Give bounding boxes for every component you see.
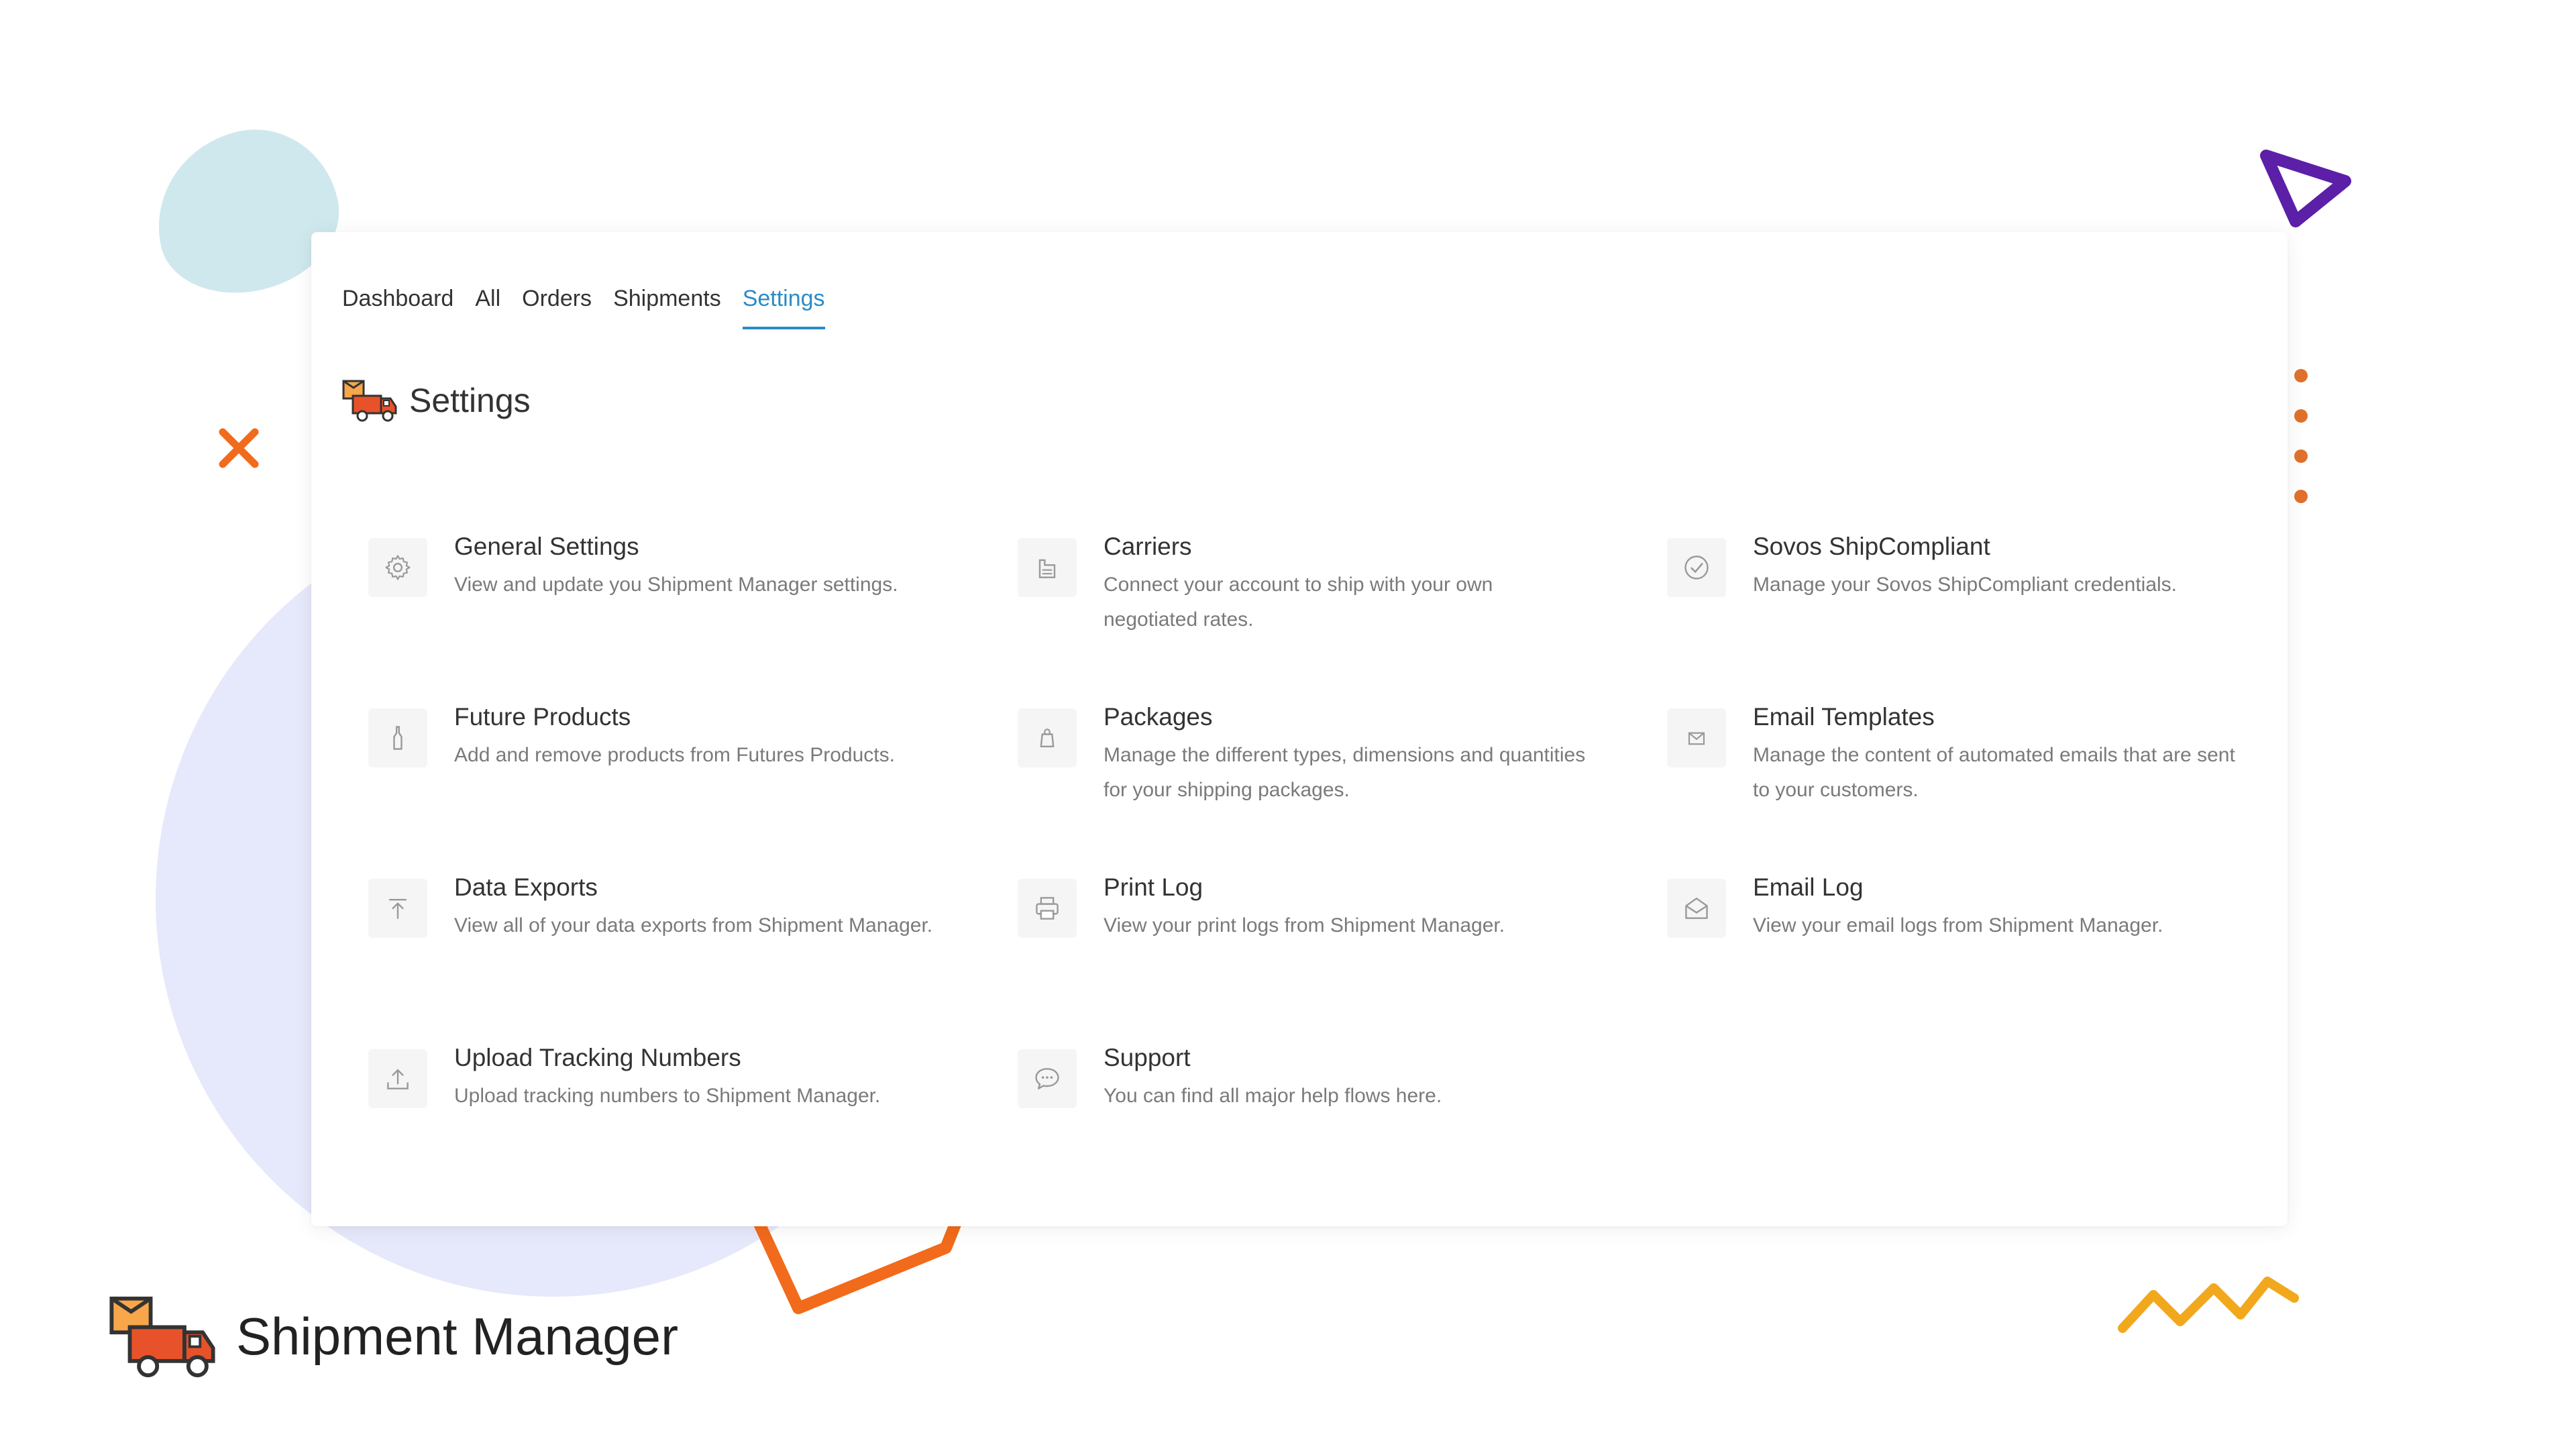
envelope-open-icon bbox=[1667, 879, 1726, 938]
setting-card-future-products[interactable]: Future Products Add and remove products … bbox=[368, 703, 1018, 873]
package-icon bbox=[1018, 708, 1077, 767]
brand: Shipment Manager bbox=[109, 1293, 678, 1379]
setting-title: Print Log bbox=[1104, 873, 1203, 901]
zigzag-decoration bbox=[2118, 1277, 2299, 1333]
setting-title: General Settings bbox=[454, 533, 639, 560]
setting-description: Manage your Sovos ShipCompliant credenti… bbox=[1753, 574, 2178, 596]
setting-description: View and update you Shipment Manager set… bbox=[454, 574, 898, 596]
page-title: Settings bbox=[409, 382, 531, 419]
setting-card-data-exports[interactable]: Data Exports View all of your data expor… bbox=[368, 873, 1018, 1044]
export-icon bbox=[368, 879, 427, 938]
tab-orders[interactable]: Orders bbox=[522, 286, 592, 329]
setting-description: Upload tracking numbers to Shipment Mana… bbox=[454, 1085, 881, 1107]
setting-card-upload-tracking-numbers[interactable]: Upload Tracking Numbers Upload tracking … bbox=[368, 1044, 1018, 1214]
setting-card-email-log[interactable]: Email Log View your email logs from Ship… bbox=[1667, 873, 2247, 1044]
setting-title: Sovos ShipCompliant bbox=[1753, 533, 1990, 560]
bottle-icon bbox=[368, 708, 427, 767]
settings-grid: General Settings View and update you Shi… bbox=[368, 533, 2247, 1214]
brand-name: Shipment Manager bbox=[236, 1306, 679, 1366]
setting-title: Future Products bbox=[454, 703, 631, 731]
tab-shipments[interactable]: Shipments bbox=[613, 286, 721, 329]
setting-description: View your print logs from Shipment Manag… bbox=[1104, 914, 1505, 936]
setting-description: View all of your data exports from Shipm… bbox=[454, 914, 933, 936]
setting-description: View your email logs from Shipment Manag… bbox=[1753, 914, 2163, 936]
settings-panel: Dashboard All Orders Shipments Settings … bbox=[311, 232, 2288, 1226]
setting-description: Add and remove products from Futures Pro… bbox=[454, 744, 895, 766]
tab-dashboard[interactable]: Dashboard bbox=[342, 286, 453, 329]
chat-bubble-icon bbox=[1018, 1049, 1077, 1108]
setting-card-print-log[interactable]: Print Log View your print logs from Ship… bbox=[1018, 873, 1667, 1044]
setting-card-sovos-shipcompliant[interactable]: Sovos ShipCompliant Manage your Sovos Sh… bbox=[1667, 533, 2247, 703]
tab-all[interactable]: All bbox=[475, 286, 500, 329]
page-heading: Settings bbox=[342, 378, 531, 423]
setting-card-packages[interactable]: Packages Manage the different types, dim… bbox=[1018, 703, 1667, 873]
setting-card-support[interactable]: Support You can find all major help flow… bbox=[1018, 1044, 1667, 1214]
delivery-truck-icon bbox=[342, 380, 397, 422]
setting-title: Email Templates bbox=[1753, 703, 1935, 731]
setting-card-carriers[interactable]: Carriers Connect your account to ship wi… bbox=[1018, 533, 1667, 703]
upload-icon bbox=[368, 1049, 427, 1108]
setting-title: Email Log bbox=[1753, 873, 1864, 901]
setting-description: You can find all major help flows here. bbox=[1104, 1085, 1442, 1107]
setting-title: Carriers bbox=[1104, 533, 1192, 560]
x-mark-decoration bbox=[219, 428, 259, 468]
tab-settings[interactable]: Settings bbox=[742, 286, 825, 329]
printer-icon bbox=[1018, 879, 1077, 938]
setting-title: Data Exports bbox=[454, 873, 598, 901]
nav-tabs: Dashboard All Orders Shipments Settings bbox=[342, 286, 825, 329]
envelope-icon bbox=[1667, 708, 1726, 767]
gear-icon bbox=[368, 538, 427, 597]
setting-description: Connect your account to ship with your o… bbox=[1104, 574, 1493, 631]
setting-description: Manage the content of automated emails t… bbox=[1753, 744, 2235, 801]
setting-description: Manage the different types, dimensions a… bbox=[1104, 744, 1586, 801]
setting-title: Upload Tracking Numbers bbox=[454, 1044, 741, 1071]
dots-decoration bbox=[2294, 369, 2308, 503]
warehouse-icon bbox=[1018, 538, 1077, 597]
setting-card-email-templates[interactable]: Email Templates Manage the content of au… bbox=[1667, 703, 2247, 873]
triangle-decoration bbox=[2260, 150, 2351, 227]
setting-title: Packages bbox=[1104, 703, 1213, 731]
brand-truck-logo bbox=[109, 1296, 215, 1378]
check-circle-icon bbox=[1667, 538, 1726, 597]
setting-card-general-settings[interactable]: General Settings View and update you Shi… bbox=[368, 533, 1018, 703]
setting-title: Support bbox=[1104, 1044, 1191, 1071]
